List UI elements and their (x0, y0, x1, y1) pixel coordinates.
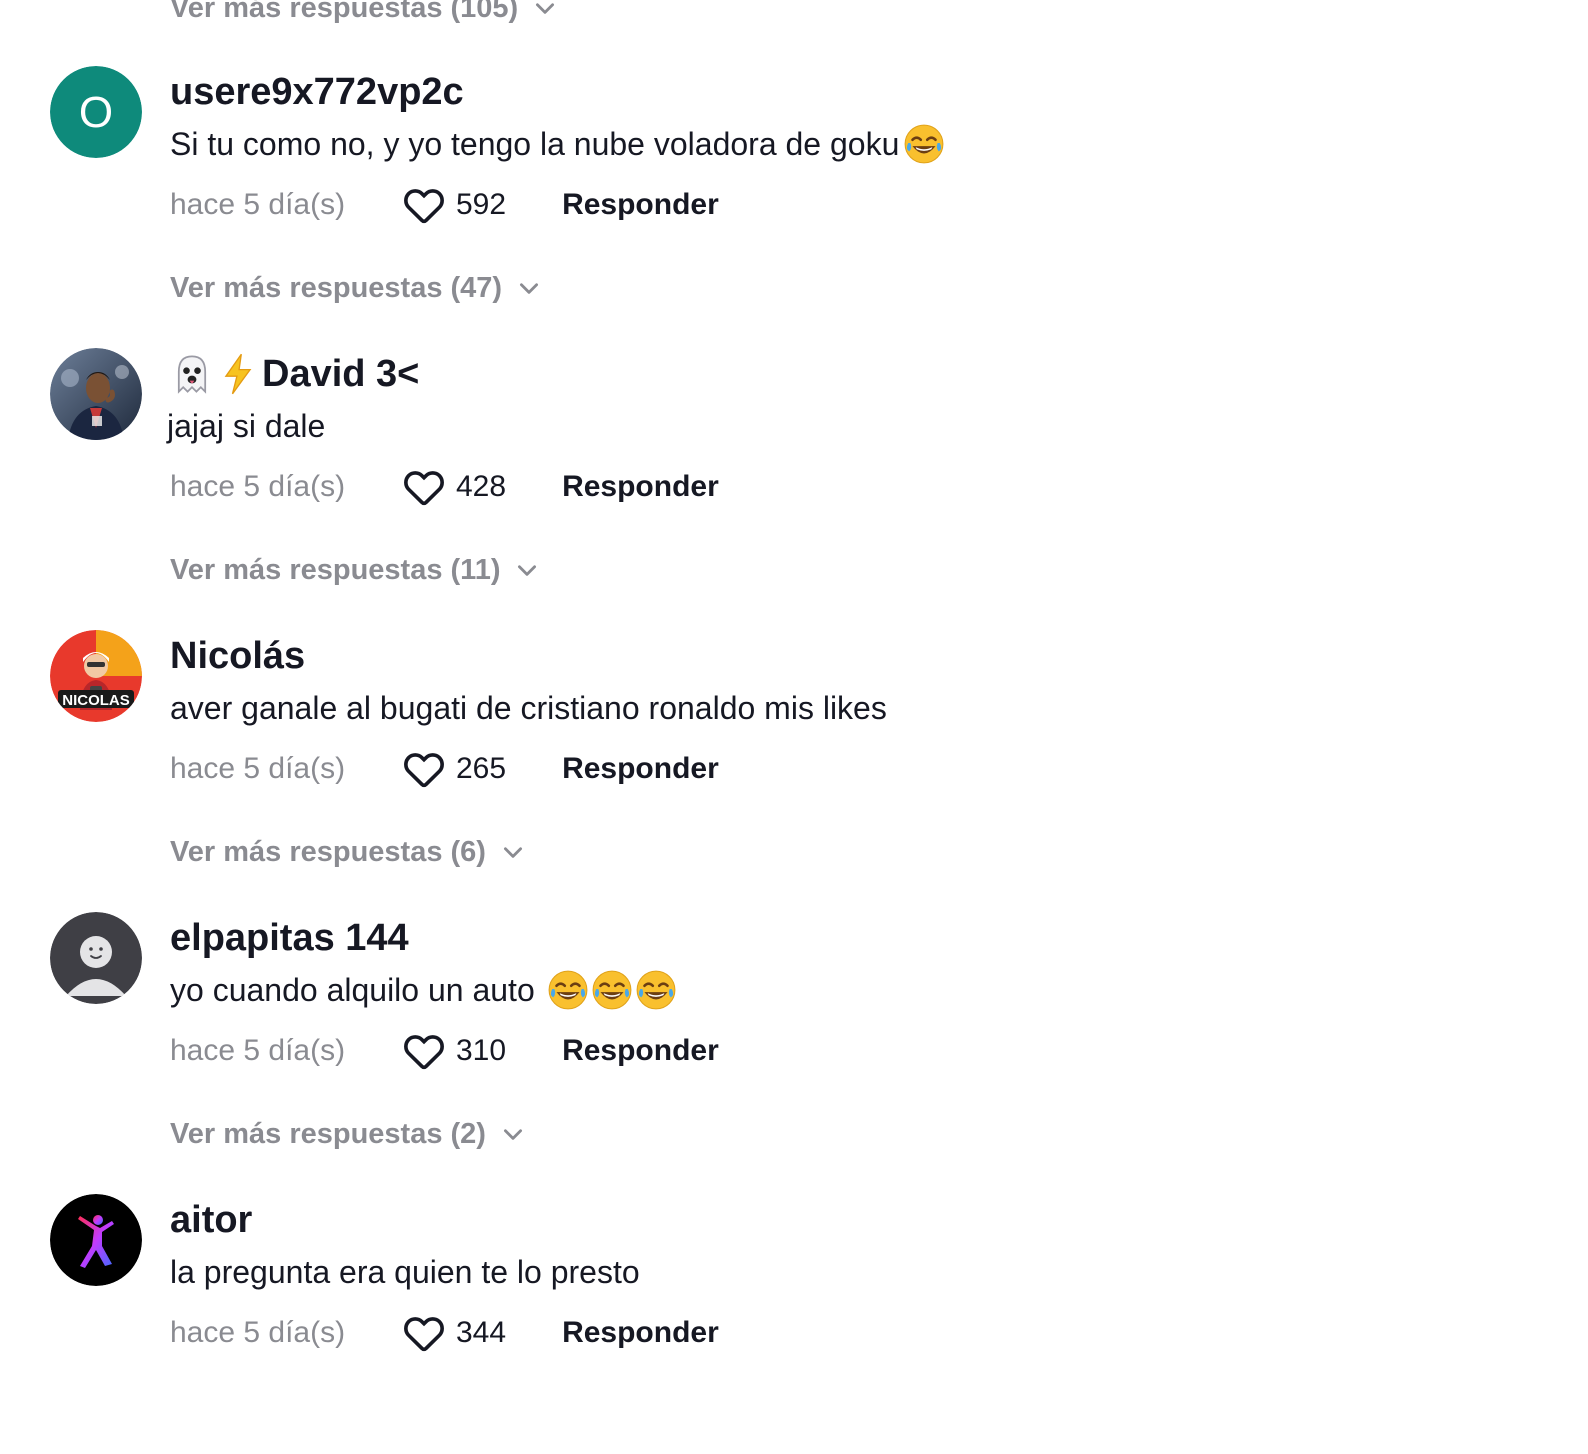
comment-body: Si tu como no, y yo tengo la nube volado… (170, 125, 900, 162)
comment-item: aitor la pregunta era quien te lo presto… (0, 1194, 1588, 1454)
more-replies-label: Ver más respuestas (105) (170, 0, 519, 24)
comment-text: aver ganale al bugati de cristiano ronal… (170, 686, 887, 730)
avatar-initial: O (79, 88, 113, 137)
ghost-icon (170, 352, 214, 396)
like-button[interactable]: 428 (402, 467, 506, 507)
reply-button[interactable]: Responder (562, 1316, 719, 1350)
like-count: 344 (456, 1316, 507, 1349)
heart-icon (404, 471, 444, 506)
comment-time: hace 5 día(s) (170, 752, 346, 785)
more-replies-link[interactable]: Ver más respuestas (105) (170, 0, 558, 28)
chevron-down-icon (532, 0, 558, 21)
comment-username[interactable]: elpapitas 144 (170, 914, 409, 962)
heart-icon (404, 1035, 444, 1070)
more-replies-label: Ver más respuestas (47) (170, 271, 503, 304)
laughing-emoji-icon (547, 969, 679, 1011)
comment-meta: hace 5 día(s) 344 Responder (170, 1312, 719, 1354)
chevron-down-icon (514, 557, 540, 583)
like-count: 428 (456, 470, 507, 503)
more-replies-link[interactable]: Ver más respuestas (6) (170, 832, 526, 872)
like-button[interactable]: 265 (402, 749, 506, 789)
more-replies-link[interactable]: Ver más respuestas (2) (170, 1114, 526, 1154)
reply-button[interactable]: Responder (562, 1034, 719, 1068)
like-count: 265 (456, 752, 507, 785)
comment-username[interactable]: aitor (170, 1196, 252, 1244)
comment-item: O usere9x772vp2c Si tu como no, y yo ten… (0, 66, 1588, 326)
comment-text: la pregunta era quien te lo presto (170, 1250, 640, 1294)
high-voltage-icon (218, 352, 258, 396)
like-count: 310 (456, 1034, 507, 1067)
avatar[interactable] (50, 912, 142, 1004)
chevron-down-icon (516, 275, 542, 301)
comment-text: Si tu como no, y yo tengo la nube volado… (170, 122, 947, 166)
laughing-emoji-icon (903, 123, 947, 165)
comment-body: yo cuando alquilo un auto (170, 971, 535, 1008)
comment-body: jajaj si dale (167, 407, 326, 444)
heart-icon (404, 189, 444, 224)
comment-username[interactable]: David 3< (170, 350, 419, 398)
comment-meta: hace 5 día(s) 592 Responder (170, 184, 719, 226)
comment-time: hace 5 día(s) (170, 470, 346, 503)
reply-button[interactable]: Responder (562, 470, 719, 504)
username-text: David 3< (262, 352, 420, 395)
chevron-down-icon (500, 1121, 526, 1147)
avatar[interactable]: O (50, 66, 142, 158)
avatar[interactable] (50, 348, 142, 440)
avatar[interactable] (50, 1194, 142, 1286)
like-button[interactable]: 310 (402, 1031, 506, 1071)
comment-meta: hace 5 día(s) 428 Responder (170, 466, 719, 508)
comment-time: hace 5 día(s) (170, 188, 346, 221)
heart-icon (404, 1317, 444, 1352)
comment-time: hace 5 día(s) (170, 1316, 346, 1349)
chevron-down-icon (500, 839, 526, 865)
comment-meta: hace 5 día(s) 265 Responder (170, 748, 719, 790)
more-replies-link[interactable]: Ver más respuestas (47) (170, 268, 542, 308)
avatar[interactable]: NICOLAS (50, 630, 142, 722)
comment-body: aver ganale al bugati de cristiano ronal… (170, 689, 887, 726)
comment-item: elpapitas 144 yo cuando alquilo un auto … (0, 912, 1588, 1172)
more-replies-label: Ver más respuestas (2) (170, 1117, 486, 1150)
comment-username[interactable]: Nicolás (170, 632, 305, 680)
like-button[interactable]: 592 (402, 185, 506, 225)
comment-username[interactable]: usere9x772vp2c (170, 68, 464, 116)
comment-text: jajaj si dale (167, 404, 325, 448)
avatar-logo-text: NICOLAS (62, 692, 130, 709)
like-button[interactable]: 344 (402, 1313, 506, 1353)
comment-time: hace 5 día(s) (170, 1034, 346, 1067)
comment-body: la pregunta era quien te lo presto (170, 1253, 640, 1290)
heart-icon (404, 753, 444, 788)
comment-item: David 3< jajaj si dale hace 5 día(s) 428… (0, 348, 1588, 608)
more-replies-link[interactable]: Ver más respuestas (11) (170, 550, 540, 590)
comment-text: yo cuando alquilo un auto (170, 968, 679, 1012)
reply-button[interactable]: Responder (562, 188, 719, 222)
reply-button[interactable]: Responder (562, 752, 719, 786)
comment-item: NICOLAS Nicolás aver ganale al bugati de… (0, 630, 1588, 890)
more-replies-label: Ver más respuestas (6) (170, 835, 486, 868)
more-replies-label: Ver más respuestas (11) (170, 553, 501, 586)
like-count: 592 (456, 188, 507, 221)
comment-meta: hace 5 día(s) 310 Responder (170, 1030, 719, 1072)
